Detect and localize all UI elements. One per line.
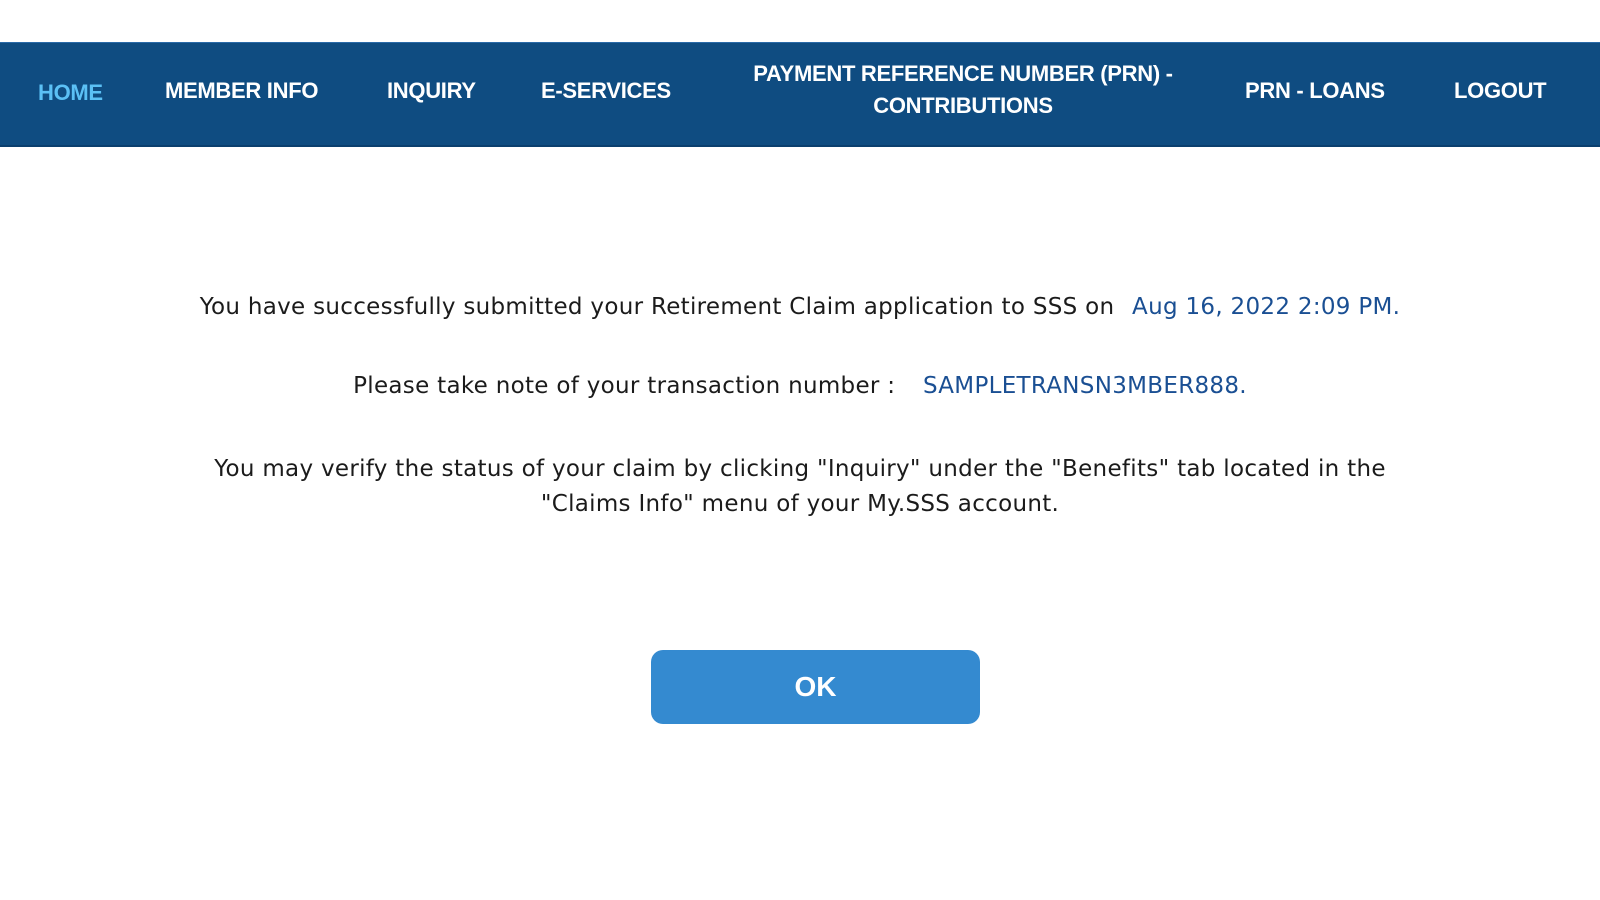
transaction-number: SAMPLETRANSN3MBER888. (922, 373, 1247, 399)
submission-date: Aug 16, 2022 2:09 PM. (1132, 294, 1401, 320)
nav-prn-contributions-line2: CONTRIBUTIONS (873, 93, 1053, 118)
verify-line-1: You may verify the status of your claim … (214, 456, 1386, 482)
nav-home[interactable]: HOME (38, 77, 103, 109)
nav-member-info[interactable]: MEMBER INFO (165, 75, 318, 107)
nav-logout[interactable]: LOGOUT (1454, 75, 1547, 107)
nav-prn-contributions-line1: PAYMENT REFERENCE NUMBER (PRN) - (753, 61, 1173, 86)
transaction-text: Please take note of your transaction num… (353, 373, 896, 399)
nav-e-services[interactable]: E-SERVICES (541, 75, 671, 107)
submission-text: You have successfully submitted your Ret… (199, 294, 1115, 320)
nav-prn-loans[interactable]: PRN - LOANS (1245, 75, 1385, 107)
nav-prn-contributions[interactable]: PAYMENT REFERENCE NUMBER (PRN) - CONTRIB… (733, 58, 1193, 122)
transaction-message: Please take note of your transaction num… (0, 373, 1600, 399)
ok-button[interactable]: OK (651, 650, 980, 724)
submission-message: You have successfully submitted your Ret… (0, 294, 1600, 320)
verify-line-2: "Claims Info" menu of your My.SSS accoun… (540, 491, 1060, 517)
top-navbar: HOME MEMBER INFO INQUIRY E-SERVICES PAYM… (0, 42, 1600, 147)
nav-inquiry[interactable]: INQUIRY (387, 75, 476, 107)
verify-instructions: You may verify the status of your claim … (0, 452, 1600, 522)
